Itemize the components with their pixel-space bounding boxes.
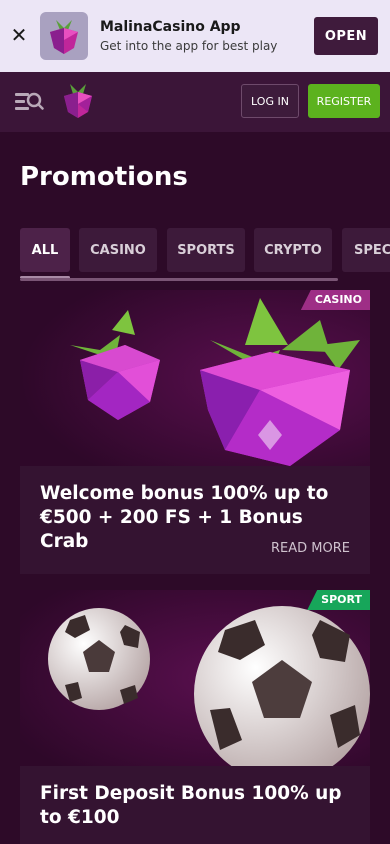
tabs-scrollbar[interactable]	[20, 278, 338, 281]
app-logo-icon	[40, 12, 88, 60]
raspberry-promo-image	[20, 290, 370, 466]
promo-title[interactable]: First Deposit Bonus 100% up to €100	[40, 782, 350, 830]
category-badge-sport: SPORT	[307, 590, 370, 610]
tab-special[interactable]: SPECI	[342, 228, 390, 272]
menu-search-icon[interactable]	[14, 90, 44, 114]
close-icon[interactable]: ✕	[10, 23, 28, 47]
tab-crypto[interactable]: CRYPTO	[254, 228, 332, 272]
register-button[interactable]: REGISTER	[308, 84, 380, 118]
tab-sports[interactable]: SPORTS	[167, 228, 245, 272]
raspberry-logo-icon[interactable]	[60, 82, 96, 120]
login-button[interactable]: LOG IN	[241, 84, 299, 118]
app-banner-subtitle: Get into the app for best play	[100, 39, 278, 53]
tab-all[interactable]: ALL	[20, 228, 70, 272]
app-banner-title: MalinaCasino App	[100, 19, 241, 35]
category-badge-casino: CASINO	[300, 290, 370, 310]
read-more-link[interactable]: READ MORE	[271, 541, 350, 556]
promo-card-welcome-bonus[interactable]: CASINO Welcome bonus 100% up to €500 + 2…	[20, 290, 370, 574]
soccer-ball-promo-image	[20, 590, 370, 782]
promo-category-tabs: ALL CASINO SPORTS CRYPTO SPECI	[0, 228, 390, 278]
promo-card-first-deposit[interactable]: SPORT First Deposit Bonus 100% up to €10…	[20, 590, 370, 844]
tab-casino[interactable]: CASINO	[79, 228, 157, 272]
open-app-button[interactable]: OPEN	[314, 17, 378, 55]
app-install-banner: ✕ MalinaCasino App Get into the app for …	[0, 0, 390, 72]
page-title: Promotions	[20, 162, 188, 192]
